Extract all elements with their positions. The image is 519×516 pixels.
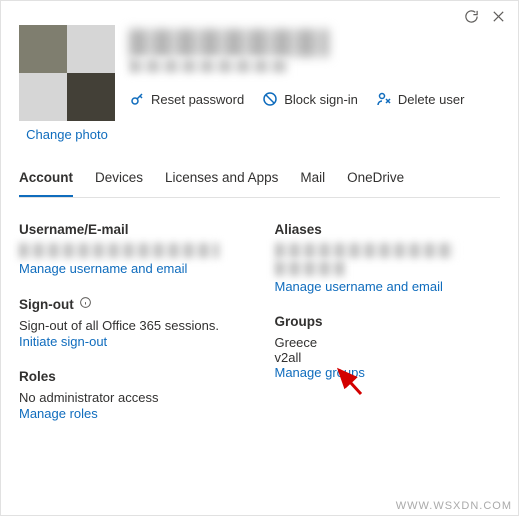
reset-password-label: Reset password — [151, 92, 244, 107]
aliases-heading: Aliases — [275, 222, 501, 237]
block-signin-label: Block sign-in — [284, 92, 358, 107]
watermark: WWW.WSXDN.COM — [396, 500, 512, 512]
section-aliases: Aliases Manage username and email — [275, 222, 501, 294]
tabs: Account Devices Licenses and Apps Mail O… — [19, 170, 500, 198]
avatar — [19, 25, 115, 121]
alias-value-2 — [275, 261, 345, 276]
tab-devices[interactable]: Devices — [95, 170, 143, 197]
username-heading: Username/E-mail — [19, 222, 245, 237]
initiate-signout-link[interactable]: Initiate sign-out — [19, 334, 245, 349]
roles-heading: Roles — [19, 369, 245, 384]
tab-onedrive[interactable]: OneDrive — [347, 170, 404, 197]
manage-username-link[interactable]: Manage username and email — [19, 261, 245, 276]
group-item-0: Greece — [275, 335, 501, 350]
delete-user-button[interactable]: Delete user — [376, 91, 464, 107]
roles-desc: No administrator access — [19, 390, 245, 405]
change-photo-link[interactable]: Change photo — [26, 127, 108, 142]
info-icon[interactable] — [79, 296, 92, 312]
manage-alias-link[interactable]: Manage username and email — [275, 279, 501, 294]
section-username: Username/E-mail Manage username and emai… — [19, 222, 245, 276]
groups-heading: Groups — [275, 314, 501, 329]
reset-password-button[interactable]: Reset password — [129, 91, 244, 107]
refresh-icon[interactable] — [464, 9, 479, 27]
manage-groups-link[interactable]: Manage groups — [275, 365, 501, 380]
close-icon[interactable] — [491, 9, 506, 27]
block-signin-button[interactable]: Block sign-in — [262, 91, 358, 107]
tab-account[interactable]: Account — [19, 170, 73, 197]
tab-mail[interactable]: Mail — [300, 170, 325, 197]
signout-desc: Sign-out of all Office 365 sessions. — [19, 318, 245, 333]
display-name — [129, 29, 329, 57]
group-item-1: v2all — [275, 350, 501, 365]
delete-user-label: Delete user — [398, 92, 464, 107]
section-signout: Sign-out Sign-out of all Office 365 sess… — [19, 296, 245, 349]
manage-roles-link[interactable]: Manage roles — [19, 406, 245, 421]
section-groups: Groups Greece v2all Manage groups — [275, 314, 501, 380]
signout-heading: Sign-out — [19, 297, 74, 312]
section-roles: Roles No administrator access Manage rol… — [19, 369, 245, 421]
alias-value-1 — [275, 243, 455, 258]
display-subname — [129, 59, 289, 73]
tab-licenses[interactable]: Licenses and Apps — [165, 170, 278, 197]
username-value — [19, 243, 219, 258]
